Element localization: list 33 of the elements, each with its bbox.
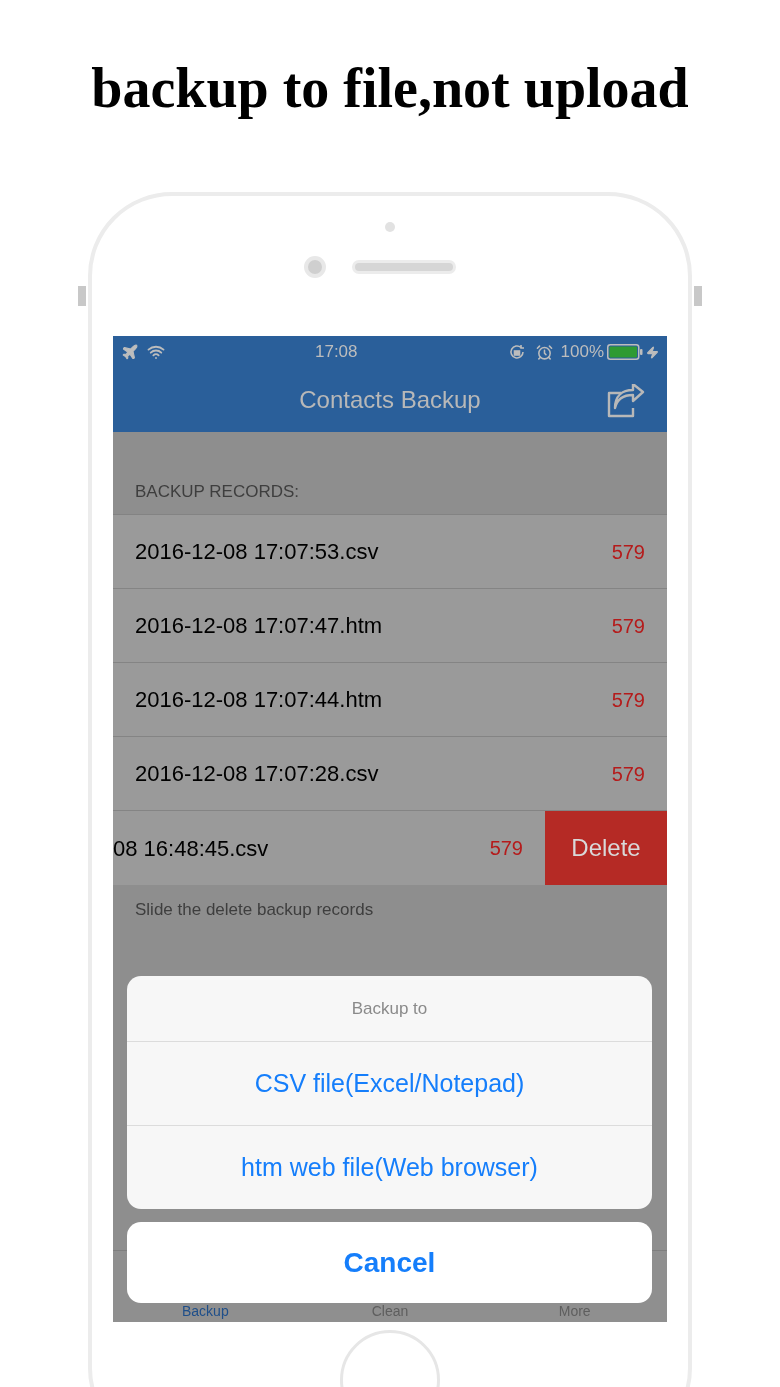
record-name: 08 16:48:45.csv (113, 834, 269, 863)
record-count: 579 (611, 539, 645, 565)
record-row[interactable]: 2016-12-08 17:07:44.htm 579 (113, 663, 667, 737)
navigation-title: Contacts Backup (299, 385, 481, 415)
wifi-icon (147, 343, 165, 361)
battery-percent: 100% (560, 341, 604, 364)
record-row[interactable]: 2016-12-08 17:07:47.htm 579 (113, 589, 667, 663)
share-icon[interactable] (607, 384, 645, 418)
action-sheet-option[interactable]: htm web file(Web browser) (127, 1125, 652, 1209)
action-sheet-title: Backup to (351, 997, 428, 1020)
rotation-lock-icon (507, 343, 526, 361)
record-name: 2016-12-08 17:07:44.htm (135, 686, 383, 714)
cancel-button[interactable]: Cancel (127, 1222, 652, 1303)
record-count: 579 (611, 687, 645, 713)
record-count: 579 (489, 836, 523, 861)
section-header: BACKUP RECORDS: (135, 480, 300, 503)
front-camera (304, 256, 326, 278)
record-count: 579 (611, 613, 645, 639)
record-row[interactable]: 2016-12-08 17:07:53.csv 579 (113, 515, 667, 589)
footer-note: Slide the delete backup records (135, 900, 374, 919)
record-name: 2016-12-08 17:07:47.htm (135, 612, 383, 640)
delete-button[interactable]: Delete (545, 811, 667, 885)
airplane-icon (121, 343, 139, 361)
battery-icon (607, 344, 643, 360)
record-count: 579 (611, 761, 645, 787)
charging-icon (646, 345, 659, 359)
record-name: 2016-12-08 17:07:53.csv (135, 538, 379, 566)
tab[interactable]: Backup (182, 1304, 229, 1320)
alarm-icon (535, 343, 553, 361)
action-sheet-option[interactable]: CSV file(Excel/Notepad) (127, 1041, 652, 1125)
record-name: 2016-12-08 17:07:28.csv (135, 760, 379, 788)
status-time: 17:08 (315, 341, 358, 364)
record-row[interactable]: 08 16:48:45.csv 579 Delete (113, 811, 667, 885)
